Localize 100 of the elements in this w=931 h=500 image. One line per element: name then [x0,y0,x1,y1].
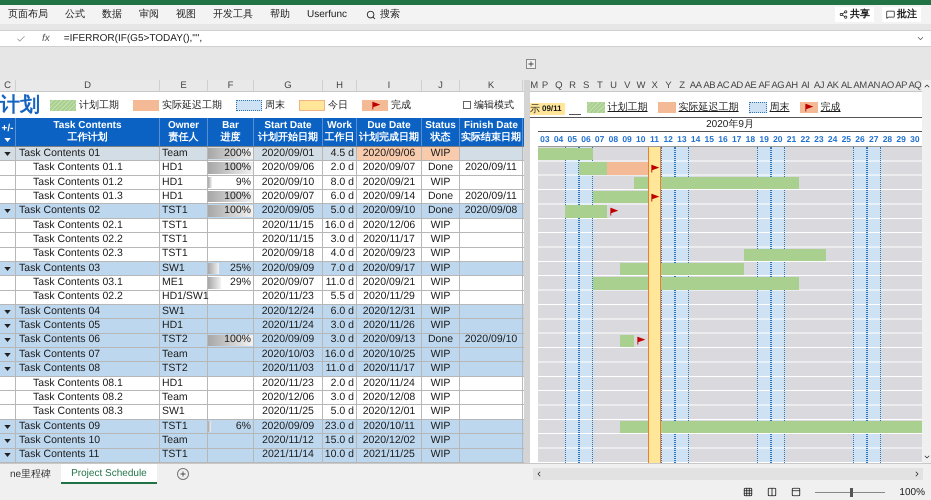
add-sheet-button[interactable] [176,468,189,480]
vertical-scrollbar[interactable] [922,80,931,463]
column-letter[interactable]: V [620,80,634,91]
horizontal-scrollbar[interactable] [533,468,923,480]
column-letter[interactable]: W [634,80,648,91]
column-letter[interactable]: C [0,80,16,91]
column-header[interactable]: Finish Date 实际结束日期 [460,118,523,146]
column-letter[interactable]: AO [880,80,894,91]
task-row[interactable]: Task Contents 05 HD1 2020/11/24 3.0 d 2020/11/26 WIP [0,319,524,334]
column-letter[interactable]: Y [661,80,676,91]
edit-mode-checkbox[interactable]: 编辑模式 [463,98,514,112]
column-letter[interactable]: Q [552,80,566,91]
collapse-arrow-icon[interactable] [4,324,11,328]
collapse-arrow-icon[interactable] [4,209,11,214]
comments-button[interactable]: 批注 [882,7,921,22]
task-row[interactable]: Task Contents 03.1 ME1 29% 2020/09/07 11.0 d 2020/09/21 WIP [0,276,524,291]
task-row[interactable]: Task Contents 01.2 HD1 9% 2020/09/10 8.0 d 2020/09/21 WIP [0,176,524,190]
group-expand-button[interactable] [526,58,536,68]
column-letter[interactable]: R [565,80,580,91]
ribbon-tab[interactable]: 审阅 [139,7,159,22]
function-label[interactable]: fx [42,31,50,46]
column-letter[interactable]: H [323,80,357,91]
column-letter[interactable]: T [592,80,607,91]
ribbon-tab[interactable]: 帮助 [270,7,290,22]
column-letter[interactable]: AH [784,80,798,91]
column-header[interactable]: Bar 进度 [208,118,254,146]
column-letter[interactable]: AQ [908,80,922,91]
collapse-arrow-icon[interactable] [4,424,11,428]
column-letter[interactable]: M [530,80,538,91]
task-row[interactable]: Task Contents 04 SW1 2020/12/24 6.0 d 2020/12/31 WIP [0,304,524,320]
column-header[interactable]: Due Date 计划完成日期 [357,118,422,146]
column-letter[interactable]: AN [866,80,881,91]
column-letter[interactable]: AP [894,80,908,91]
collapse-arrow-icon[interactable] [4,338,11,342]
task-row[interactable]: Task Contents 02.2 HD1/SW1 2020/11/23 5.5 d 2020/11/29 WIP [0,290,524,305]
ribbon-tab[interactable]: Userfunc [307,7,348,22]
column-letter[interactable]: U [606,80,620,91]
column-letter[interactable]: AC [716,80,730,91]
collapse-arrow-icon[interactable] [4,352,11,357]
task-row[interactable]: Task Contents 01.3 HD1 100% 2020/09/07 6.0 d 2020/09/14 Done 2020/09/11 [0,190,524,204]
collapse-arrow-icon[interactable] [4,266,11,271]
share-button[interactable]: 共享 [835,7,874,22]
task-row[interactable]: Task Contents 01 Team 200% 2020/09/01 4.5 d 2020/09/06 WIP [0,147,524,162]
column-letter[interactable]: AB [702,80,716,91]
search-button[interactable]: 搜索 [366,7,400,22]
task-row[interactable]: Task Contents 02.1 TST1 2020/11/15 16.0 d 2020/12/06 WIP [0,218,524,234]
task-row[interactable]: Task Contents 06 TST2 100% 2020/09/09 3.0 d 2020/09/13 Done 2020/09/10 [0,334,524,348]
task-row[interactable]: Task Contents 02.3 TST1 2020/09/18 4.0 d 2020/09/23 WIP [0,248,524,262]
column-header[interactable]: Owner 责任人 [160,118,208,146]
column-letter[interactable]: K [460,80,523,91]
sheet-tab[interactable]: ne里程碑 [0,464,62,484]
column-letter[interactable]: AF [757,80,771,91]
column-letter[interactable]: X [648,80,662,91]
column-letter[interactable]: G [254,80,323,91]
column-letter[interactable]: AD [730,80,744,91]
collapse-arrow-icon[interactable] [4,367,11,372]
collapse-arrow-icon[interactable] [4,310,11,314]
column-letter[interactable]: S [579,80,593,91]
task-row[interactable]: Task Contents 02.2 TST1 2020/11/15 3.0 d 2020/11/17 WIP [0,233,524,248]
task-row[interactable]: Task Contents 11 TST1 2021/11/14 10.0 d 2021/11/25 WIP [0,448,524,463]
ribbon-tab[interactable]: 数据 [102,7,122,22]
column-header[interactable]: Task Contents 工作计划 [16,118,160,146]
collapse-arrow-icon[interactable] [4,438,11,443]
column-letter[interactable]: AI [798,80,812,91]
column-letter[interactable]: P [538,80,552,91]
column-letter[interactable]: E [160,80,208,91]
task-row[interactable]: Task Contents 09 TST1 6% 2020/09/09 23.0 d 2020/10/11 WIP [0,420,524,434]
ribbon-tab[interactable]: 开发工具 [213,7,253,22]
task-row[interactable]: Task Contents 10 Team 2020/11/12 15.0 d 2020/12/02 WIP [0,434,524,449]
column-letter[interactable]: AK [826,80,840,91]
task-row[interactable]: Task Contents 03 SW1 25% 2020/09/09 7.0 d 2020/09/17 WIP [0,262,524,276]
column-letter[interactable]: D [16,80,160,91]
column-letter[interactable]: Z [675,80,689,91]
ribbon-tab[interactable]: 视图 [176,7,196,22]
formula-text[interactable]: =IFERROR(IF(G5>TODAY(),"", [64,31,202,46]
column-letter[interactable]: AM [853,80,867,91]
task-row[interactable]: Task Contents 08.2 Team 2020/12/06 3.0 d 2020/12/08 WIP [0,391,524,406]
column-letter[interactable]: AL [839,80,854,91]
column-header[interactable]: Work 工作日 [323,118,357,146]
column-letter[interactable]: F [208,80,254,91]
column-header[interactable]: +/- [0,118,16,146]
column-letter[interactable]: J [422,80,460,91]
column-letter[interactable]: I [357,80,422,91]
task-row[interactable]: Task Contents 01.1 HD1 100% 2020/09/06 2.0 d 2020/09/07 Done 2020/09/11 [0,161,524,176]
task-row[interactable]: Task Contents 08 TST2 2020/11/03 11.0 d 2020/11/17 WIP [0,362,524,377]
task-row[interactable]: Task Contents 02 TST1 100% 2020/09/05 5.0 d 2020/09/10 Done 2020/09/08 [0,204,524,219]
column-letter[interactable]: AJ [812,80,826,91]
column-letter[interactable]: AE [744,80,758,91]
column-header[interactable]: Status 状态 [422,118,460,146]
collapse-arrow-icon[interactable] [4,453,11,458]
ribbon-tab[interactable]: 页面布局 [8,7,48,22]
column-letter[interactable]: AG [770,80,785,91]
task-row[interactable]: Task Contents 07 Team 2020/10/03 16.0 d 2020/10/25 WIP [0,348,524,362]
column-letter[interactable]: AA [688,80,702,91]
column-header[interactable]: Start Date 计划开始日期 [254,118,323,146]
task-row[interactable]: Task Contents 08.3 SW1 2020/11/25 5.0 d 2020/12/01 WIP [0,405,524,420]
sheet-tab[interactable]: Project Schedule [61,464,157,484]
zoom-slider-thumb[interactable] [850,488,854,496]
task-row[interactable]: Task Contents 08.1 HD1 2020/11/23 2.0 d 2020/11/24 WIP [0,376,524,392]
collapse-arrow-icon[interactable] [4,152,11,156]
